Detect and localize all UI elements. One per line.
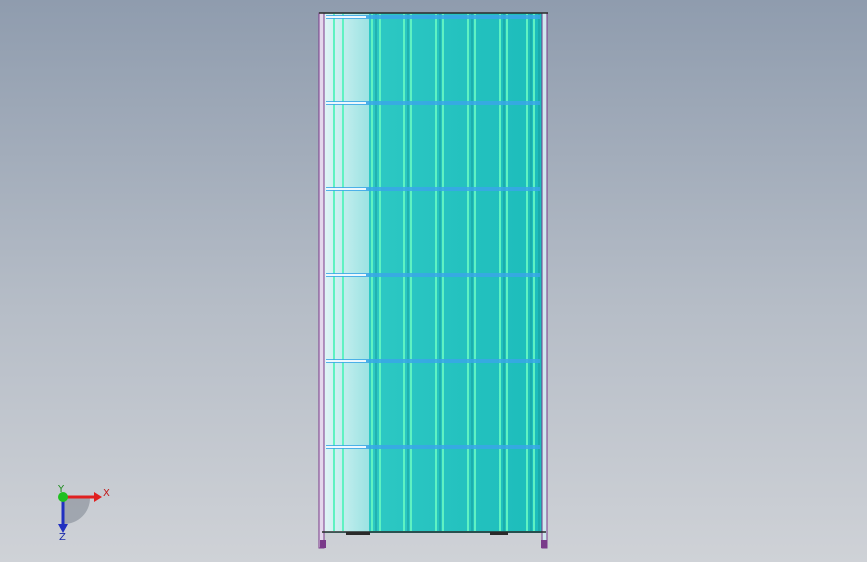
- orientation-triad: X Y Z: [40, 478, 120, 548]
- band-highlight: [326, 188, 366, 190]
- band-highlight: [326, 360, 366, 362]
- y-axis-label: Y: [58, 484, 65, 495]
- left-edge-flange[interactable]: [318, 12, 325, 549]
- foot: [346, 532, 370, 535]
- band-highlight: [326, 102, 366, 104]
- triad-shadow: [64, 498, 90, 524]
- band-highlight: [326, 16, 366, 18]
- x-axis-label: X: [103, 488, 110, 499]
- band-highlight: [326, 274, 366, 276]
- bottom-feet: [320, 532, 547, 548]
- right-edge-flange[interactable]: [541, 12, 548, 549]
- z-axis-label: Z: [59, 532, 66, 543]
- foot: [320, 540, 326, 548]
- foot: [541, 540, 547, 548]
- sheet-metal-part[interactable]: [0, 0, 867, 562]
- foot: [490, 532, 508, 535]
- band-highlight: [326, 446, 366, 448]
- x-axis-arrow-icon: [94, 492, 102, 502]
- graphics-viewport[interactable]: X Y Z: [0, 0, 867, 562]
